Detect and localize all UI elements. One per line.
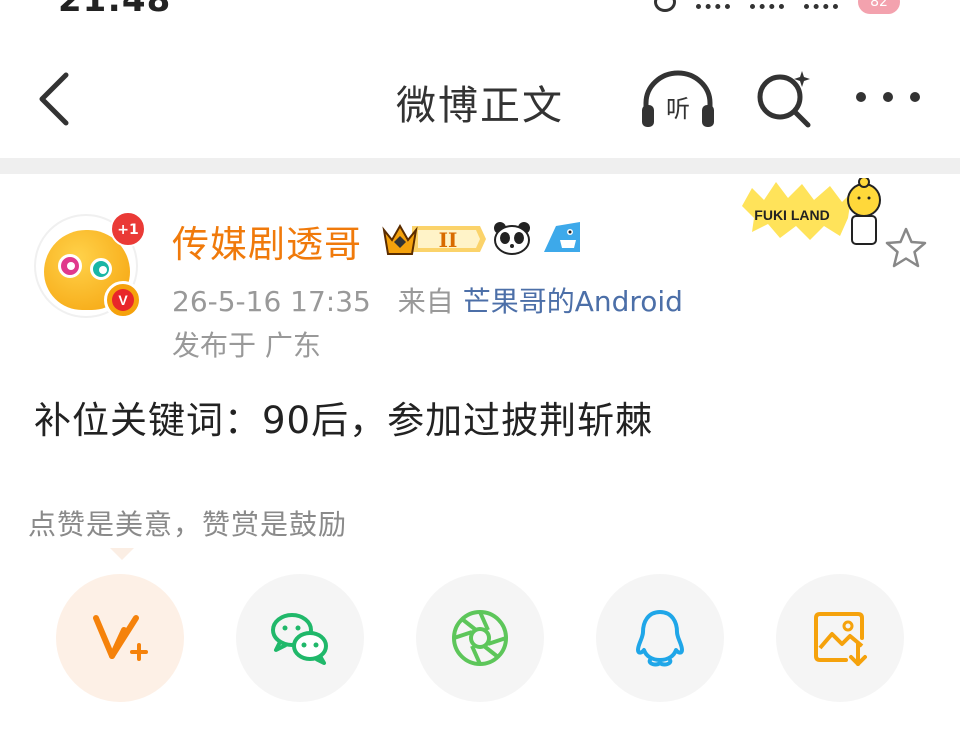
save-image-button[interactable]	[776, 574, 904, 702]
search-icon	[757, 71, 811, 128]
wechat-icon	[271, 613, 328, 665]
moments-aperture-icon	[452, 610, 508, 666]
listen-button[interactable]: 听	[640, 69, 716, 129]
v-plus-button[interactable]	[56, 574, 184, 702]
vip-level: II	[439, 228, 458, 252]
favorite-button[interactable]	[884, 226, 928, 270]
avatar-eye	[58, 254, 82, 278]
verified-badge: V	[104, 281, 142, 319]
signal-icon-2	[750, 0, 784, 9]
share-qq-button[interactable]	[596, 574, 724, 702]
notification-badge: +1	[110, 211, 146, 247]
tip-arrow	[110, 548, 134, 560]
share-row	[56, 574, 906, 704]
section-divider	[0, 158, 960, 174]
status-indicators: 82	[654, 0, 900, 14]
post-source-link[interactable]: 芒果哥的Android	[463, 285, 683, 318]
more-button[interactable]	[856, 87, 920, 107]
battery-badge: 82	[858, 0, 900, 14]
avatar-eye	[90, 258, 112, 280]
share-moments-button[interactable]	[416, 574, 544, 702]
top-nav-bar: 微博正文 听	[0, 45, 960, 155]
more-dot-icon	[910, 92, 920, 102]
search-button[interactable]	[754, 67, 816, 129]
headphones-icon: 听	[642, 70, 714, 127]
page-title: 微博正文	[396, 83, 564, 129]
fuki-land-sticker[interactable]: FUKI LAND	[740, 178, 888, 248]
more-dot-icon	[883, 92, 893, 102]
author-name[interactable]: 传媒剧透哥	[172, 214, 362, 268]
post-location: 发布于 广东	[172, 329, 321, 362]
reward-tip: 点赞是美意，赞赏是鼓励	[28, 508, 348, 541]
star-icon	[885, 227, 927, 268]
panda-icon	[494, 222, 530, 255]
shark-icon	[544, 222, 580, 252]
signal-icon	[696, 0, 730, 9]
post-meta: 26-5-16 17:35 来自 芒果哥的Android	[172, 280, 683, 320]
alarm-icon	[654, 0, 676, 12]
sticker-text: FUKI LAND	[754, 207, 829, 223]
share-wechat-button[interactable]	[236, 574, 364, 702]
qq-penguin-icon	[636, 610, 684, 667]
more-dot-icon	[856, 92, 866, 102]
source-prefix: 来自	[397, 285, 454, 318]
v-plus-icon	[93, 615, 148, 661]
wifi-icon	[804, 0, 838, 9]
status-time: 21:48	[58, 0, 171, 18]
vip-crown-icon[interactable]: II	[382, 220, 486, 258]
listen-label: 听	[666, 95, 690, 123]
post-content: 补位关键词：90后，参加过披荆斩棘	[34, 399, 654, 442]
save-image-icon	[814, 612, 867, 666]
status-bar: 21:48 82	[0, 0, 960, 18]
verified-mark: V	[112, 289, 134, 311]
post-time: 26-5-16 17:35	[172, 285, 371, 318]
